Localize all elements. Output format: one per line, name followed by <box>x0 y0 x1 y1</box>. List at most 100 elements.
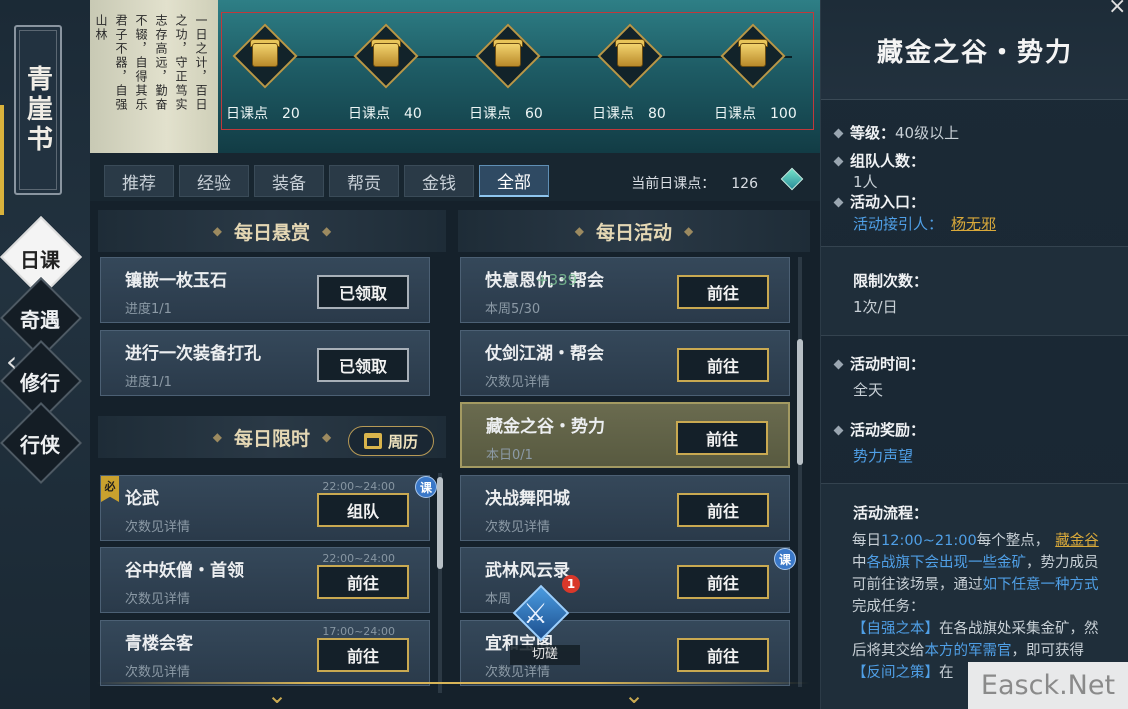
detail-value: 1次/日 <box>853 298 898 316</box>
weekly-calendar-button[interactable]: 周历 <box>348 426 434 456</box>
tab-guild-contribution[interactable]: 帮贡 <box>329 165 399 197</box>
calendar-icon <box>363 433 382 449</box>
go-button[interactable]: 前往 <box>677 493 769 527</box>
flow-text: 12:00~21:00 <box>881 533 977 549</box>
close-icon[interactable]: × <box>1108 0 1126 19</box>
calligraphy-line: 一日之计，百日 <box>194 14 208 112</box>
list-item: 进行一次装备打孔 进度1/1 已领取 <box>100 330 430 396</box>
chevron-left-icon[interactable]: ‹ <box>6 345 17 378</box>
flow-text: 各战旗下会出现一些金矿 <box>866 555 1027 571</box>
flow-description: 每日12:00~21:00每个整点， 藏金谷中各战旗下会出现一些金矿，势力成员可前… <box>852 530 1108 684</box>
detail-level: 等级：40级以上 <box>833 122 960 143</box>
npc-link[interactable]: 杨无邪 <box>951 215 996 233</box>
detail-flow-title: 活动流程： <box>853 502 928 523</box>
tab-money[interactable]: 金钱 <box>404 165 474 197</box>
card-title: 仗剑江湖・帮会 <box>485 344 604 364</box>
calligraphy-line: 志存高远，勤奋 <box>154 14 168 112</box>
card-time: 22:00~24:00 <box>322 552 395 565</box>
chest-milestone-100[interactable] <box>718 21 788 91</box>
card-count: 次数见详情 <box>125 592 191 607</box>
detail-limit: 限制次数： <box>853 270 928 291</box>
chest-milestone-60[interactable] <box>473 21 543 91</box>
card-title: 论武 <box>125 489 159 509</box>
nav-item-chivalry[interactable]: 行侠 <box>0 401 83 485</box>
card-title: 进行一次装备打孔 <box>125 344 261 364</box>
lesson-badge: 课 <box>415 476 437 498</box>
card-title: 藏金之谷・势力 <box>486 417 605 437</box>
go-button[interactable]: 前往 <box>677 275 769 309</box>
daily-points-banner: 一日之计，百日 之功，守正笃实 志存高远，勤奋 不辍，自得其乐 君子不器，自强 … <box>90 0 820 153</box>
tab-all[interactable]: 全部 <box>479 165 549 197</box>
flow-text: 【反间之策】 <box>852 665 939 681</box>
chest-label-40: 日课点 40 <box>348 103 422 123</box>
diamond-ornament-icon: ◆ <box>212 430 222 444</box>
tab-recommended[interactable]: 推荐 <box>104 165 174 197</box>
detail-value: 40级以上 <box>895 124 960 142</box>
nav-label: 行侠 <box>20 433 60 457</box>
flow-text: 在 <box>939 665 954 681</box>
detail-entry: 活动入口： <box>833 191 925 212</box>
detail-team: 组队人数： <box>833 150 925 171</box>
chevron-down-icon[interactable]: ⌄ <box>267 681 287 709</box>
category-tabs: 推荐 经验 装备 帮贡 金钱 全部 当前日课点： 126 <box>90 153 820 201</box>
book-title-tab[interactable]: 青崖书 <box>14 25 62 195</box>
milestone-points: 100 <box>770 106 797 122</box>
treasure-chest-body <box>252 43 278 67</box>
tab-equipment[interactable]: 装备 <box>254 165 324 197</box>
claimed-button[interactable]: 已领取 <box>317 348 409 382</box>
card-count: 次数见详情 <box>485 520 551 535</box>
daily-bounty-header: ◆ 每日悬赏 ◆ <box>98 210 446 252</box>
flow-text: 如下任意一种方式 <box>982 577 1099 593</box>
detail-value: 势力声望 <box>853 447 914 465</box>
spar-button[interactable]: ⚔ <box>512 584 570 642</box>
team-up-button[interactable]: 组队 <box>317 493 409 527</box>
limit-block <box>821 247 1128 335</box>
flow-text: 【自强之本】 <box>852 621 939 637</box>
detail-value: 活动接引人： <box>853 215 944 233</box>
tab-experience[interactable]: 经验 <box>179 165 249 197</box>
milestone-label: 日课点 <box>226 106 268 122</box>
detail-title: 藏金之谷・势力 <box>876 38 1073 68</box>
detail-limit-value: 1次/日 <box>853 296 898 317</box>
mandatory-badge: 必 <box>101 476 119 502</box>
list-item: 快意恩仇・帮会 本周5/30 前往 <box>460 257 790 323</box>
scrollbar-thumb[interactable] <box>437 477 443 569</box>
flow-text: 每个整点， <box>976 533 1050 549</box>
map-link[interactable]: 藏金谷 <box>1055 533 1099 549</box>
card-title: 青楼会客 <box>125 634 193 654</box>
flow-text: 每日 <box>852 533 881 549</box>
go-button[interactable]: 前往 <box>317 638 409 672</box>
detail-key: 活动时间： <box>850 355 926 373</box>
list-item-selected[interactable]: 藏金之谷・势力 本日0/1 前往 <box>460 402 790 468</box>
list-item: 决战舞阳城 次数见详情 前往 <box>460 475 790 541</box>
go-button[interactable]: 前往 <box>677 565 769 599</box>
bullet-icon <box>833 359 844 370</box>
go-button[interactable]: 前往 <box>676 421 768 455</box>
gem-icon[interactable] <box>780 167 804 191</box>
milestone-track: 日课点 20 日课点 40 日课点 60 日课点 80 日课点 100 <box>221 12 814 130</box>
floating-gain-number: +339 <box>536 271 578 289</box>
flow-text: 中 <box>852 555 867 571</box>
divider <box>821 335 1128 336</box>
section-title: 每日悬赏 <box>233 221 310 244</box>
go-button[interactable]: 前往 <box>677 638 769 672</box>
go-button[interactable]: 前往 <box>317 565 409 599</box>
milestone-label: 日课点 <box>592 106 634 122</box>
card-progress: 本周5/30 <box>485 302 541 317</box>
chest-milestone-40[interactable] <box>351 21 421 91</box>
go-button[interactable]: 前往 <box>677 348 769 382</box>
chest-milestone-80[interactable] <box>595 21 665 91</box>
card-title: 决战舞阳城 <box>485 489 570 509</box>
claimed-button[interactable]: 已领取 <box>317 275 409 309</box>
watermark: Easck.Net <box>968 662 1128 709</box>
milestone-points: 80 <box>648 106 666 122</box>
bullet-icon <box>833 197 844 208</box>
card-count: 次数见详情 <box>125 520 191 535</box>
chevron-down-icon[interactable]: ⌄ <box>624 681 644 709</box>
bullet-icon <box>833 425 844 436</box>
nav-label: 奇遇 <box>20 308 60 332</box>
treasure-chest-body <box>740 43 766 67</box>
scrollbar-thumb[interactable] <box>797 339 803 465</box>
chest-milestone-20[interactable] <box>230 21 300 91</box>
detail-key: 限制次数： <box>853 272 929 290</box>
